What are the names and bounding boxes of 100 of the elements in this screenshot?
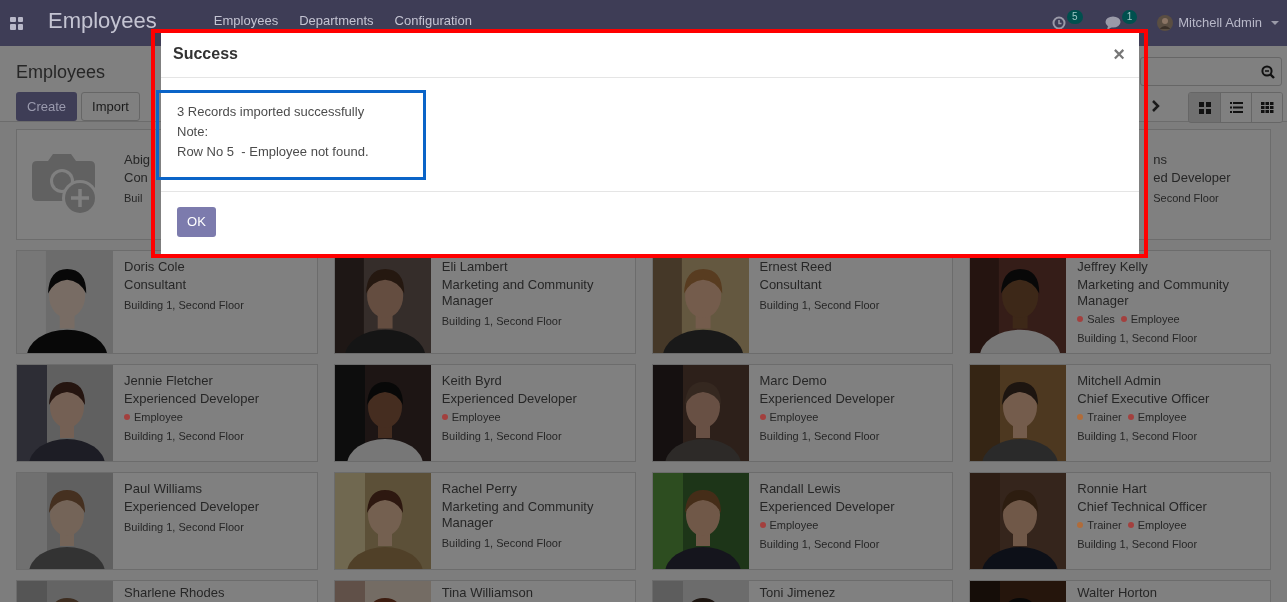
work-location: Building 1, Second Floor	[1077, 429, 1199, 443]
work-location: Building 1, Second Floor	[124, 429, 245, 443]
apps-menu-icon[interactable]	[10, 16, 23, 30]
employee-name: Toni Jimenez	[759, 585, 836, 601]
job-title: ed Developer	[1153, 170, 1231, 186]
job-title: Chief Executive Officer	[1077, 391, 1210, 407]
employee-name: Walter Horton	[1077, 585, 1157, 601]
employee-card[interactable]: Walter Horton	[969, 580, 1271, 602]
job-title: Marketing and Community Manager	[441, 277, 595, 309]
employee-card[interactable]: Paul Williams Experienced Developer Building 1, Second Floor	[16, 472, 318, 570]
tag-label: Trainer	[1087, 518, 1122, 532]
job-title: Experienced Developer	[759, 391, 895, 407]
employee-card[interactable]: Tina Williamson	[333, 580, 636, 602]
job-title: Con	[124, 170, 149, 186]
employee-card[interactable]: Doris Cole Consultant Building 1, Second Floor	[16, 250, 318, 354]
job-title: Experienced Developer	[759, 499, 895, 515]
work-location: Building 1, Second Floor	[124, 520, 245, 534]
grid-icon	[1260, 102, 1274, 113]
tag-label: Employee	[451, 410, 501, 424]
import-button[interactable]: Import	[81, 92, 140, 121]
search-field[interactable]	[1140, 57, 1282, 86]
messages-button[interactable]	[1104, 15, 1122, 31]
employee-name: Sharlene Rhodes	[124, 585, 225, 601]
tag-label: Employee	[134, 410, 183, 424]
employee-name: Mitchell Admin	[1077, 373, 1163, 389]
job-title: Experienced Developer	[441, 391, 577, 407]
employee-name: Ronnie Hart	[1077, 481, 1148, 497]
employee-card[interactable]: Mitchell Admin Chief Executive Officer Trainer Employee Building 1, Second Floor	[969, 364, 1271, 462]
dialog-title: Success	[173, 44, 238, 64]
message-count-badge: 1	[1121, 10, 1138, 24]
clock-icon	[1052, 16, 1067, 30]
work-location: Building 1, Second Floor	[124, 298, 244, 312]
activity-count-badge: 5	[1067, 10, 1083, 24]
work-location: Building 1, Second Floor	[1077, 331, 1199, 345]
employee-card[interactable]: Toni Jimenez	[651, 580, 954, 602]
employee-name: Rachel Perry	[441, 481, 518, 497]
work-location: Building 1, Second Floor	[759, 429, 881, 443]
work-location: Building 1, Second Floor	[759, 537, 881, 551]
avatar-icon[interactable]	[1157, 15, 1174, 31]
employee-card[interactable]: Sharlene Rhodes	[16, 580, 318, 602]
tag-label: Employee	[1130, 312, 1180, 326]
job-title: Experienced Developer	[124, 391, 260, 407]
message-line: Note:	[177, 123, 210, 141]
work-location: Building 1, Second Floor	[441, 314, 563, 328]
tag-label: Employee	[769, 518, 819, 532]
tag-label: Employee	[1137, 518, 1187, 532]
menu-link[interactable]: Configuration	[394, 12, 472, 28]
job-title: Chief Technical Officer	[1077, 499, 1207, 515]
create-button[interactable]: Create	[16, 92, 78, 121]
work-location: Building 1, Second Floor	[441, 429, 563, 443]
close-button[interactable]: ×	[1113, 44, 1125, 64]
job-title: Experienced Developer	[124, 499, 260, 515]
job-title: Consultant	[124, 277, 188, 293]
menu-link[interactable]: Employees	[213, 12, 279, 28]
view-list-button[interactable]	[1220, 93, 1251, 122]
employee-card[interactable]: Jeffrey Kelly Marketing and Community Manager Sales Employee Building 1, Second Floor	[969, 250, 1271, 354]
employee-card[interactable]: Randall Lewis Experienced Developer Employee Building 1, Second Floor	[651, 472, 954, 570]
employee-name: Ernest Reed	[759, 259, 833, 275]
message-line: 3 Records imported successfully	[177, 103, 366, 121]
caret-icon	[1271, 21, 1279, 25]
list-icon	[1229, 102, 1243, 113]
job-title: Consultant	[759, 277, 823, 293]
employee-name: Paul Williams	[124, 481, 203, 497]
next-page-icon[interactable]	[1151, 99, 1161, 113]
employee-name: Eli Lambert	[441, 259, 509, 275]
kanban-icon	[1198, 101, 1211, 114]
tag-label: Employee	[1137, 410, 1187, 424]
employee-name: Jeffrey Kelly	[1077, 259, 1149, 275]
work-location: Second Floor	[1153, 191, 1220, 205]
tag-label: Sales	[1087, 312, 1115, 326]
employee-name: Doris Cole	[124, 259, 186, 275]
chat-icon	[1105, 16, 1122, 30]
work-location: Building 1, Second Floor	[759, 298, 880, 312]
employee-name: Marc Demo	[759, 373, 828, 389]
employee-card[interactable]: Jennie Fletcher Experienced Developer Employee Building 1, Second Floor	[16, 364, 318, 462]
tag-label: Trainer	[1087, 410, 1122, 424]
work-location: Buil	[124, 191, 144, 205]
activity-button[interactable]	[1051, 15, 1068, 31]
breadcrumb-title: Employees	[16, 61, 106, 84]
message-line: Row No 5 - Employee not found.	[177, 143, 370, 161]
work-location: Building 1, Second Floor	[441, 536, 563, 550]
view-grid-button[interactable]	[1251, 93, 1282, 122]
employee-card[interactable]: Keith Byrd Experienced Developer Employee Building 1, Second Floor	[333, 364, 636, 462]
employee-card[interactable]: Marc Demo Experienced Developer Employee Building 1, Second Floor	[651, 364, 954, 462]
employee-card[interactable]: Rachel Perry Marketing and Community Manager Building 1, Second Floor	[333, 472, 636, 570]
work-location: Building 1, Second Floor	[1077, 537, 1199, 551]
ok-button[interactable]: OK	[177, 207, 216, 237]
job-title: Marketing and Community Manager	[441, 499, 595, 531]
employee-name: Keith Byrd	[441, 373, 503, 389]
employee-name: Tina Williamson	[441, 585, 533, 601]
menu-link[interactable]: Departments	[299, 12, 374, 28]
user-menu[interactable]: Mitchell Admin	[1178, 13, 1262, 33]
view-kanban-button[interactable]	[1189, 93, 1220, 122]
employee-card[interactable]: Ronnie Hart Chief Technical Officer Trainer Employee Building 1, Second Floor	[969, 472, 1271, 570]
app-title: Employees	[48, 8, 157, 34]
employee-name: Randall Lewis	[759, 481, 842, 497]
employee-name: ns	[1153, 152, 1168, 168]
search-icon[interactable]	[1261, 64, 1275, 79]
employee-name: Abig	[124, 152, 151, 168]
job-title: Marketing and Community Manager	[1077, 277, 1230, 309]
